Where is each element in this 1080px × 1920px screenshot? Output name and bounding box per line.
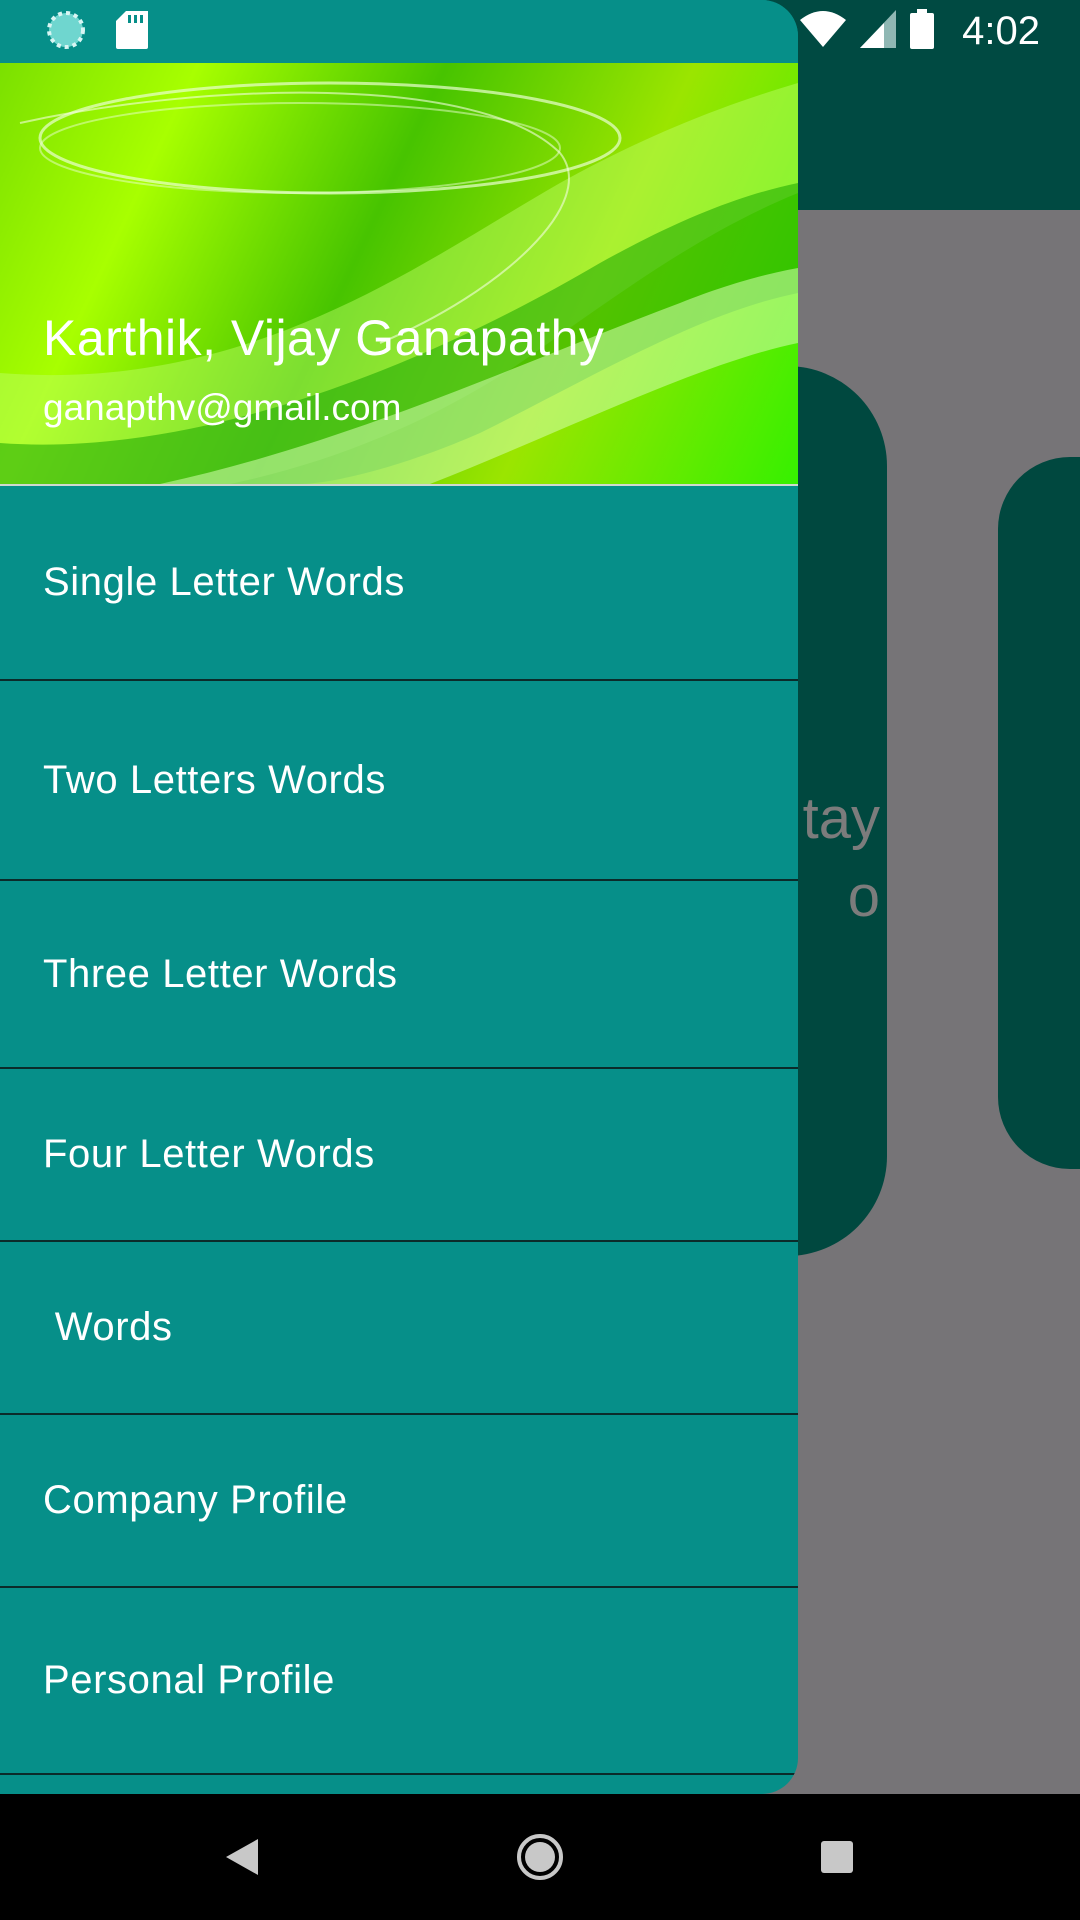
menu-item-words[interactable]: Words <box>0 1242 798 1415</box>
drawer-menu: Single Letter Words Two Letters Words Th… <box>0 486 798 1775</box>
menu-item-label: Words <box>43 1305 173 1349</box>
screen: tay o 4:02 Karthik, Vijay Ganapathy gana… <box>0 0 1080 1920</box>
menu-item-three-letter-words[interactable]: Three Letter Words <box>0 881 798 1069</box>
sd-card-icon <box>116 10 148 54</box>
drawer-header: Karthik, Vijay Ganapathy ganapthv@gmail.… <box>0 63 798 486</box>
system-navigation-bar <box>0 1794 1080 1920</box>
menu-item-two-letters-words[interactable]: Two Letters Words <box>0 681 798 881</box>
battery-icon <box>910 9 935 54</box>
menu-item-label: Personal Profile <box>43 1658 335 1702</box>
menu-item-company-profile[interactable]: Company Profile <box>0 1415 798 1588</box>
menu-item-label: Four Letter Words <box>43 1132 375 1176</box>
menu-item-label: Company Profile <box>43 1478 348 1522</box>
menu-item-label: Three Letter Words <box>43 951 398 996</box>
menu-item-label: Single Letter Words <box>43 560 405 604</box>
background-card-next <box>998 457 1080 1169</box>
menu-item-personal-profile[interactable]: Personal Profile <box>0 1588 798 1775</box>
signal-icon <box>860 10 897 53</box>
wifi-icon <box>800 10 847 53</box>
menu-item-label: Two Letters Words <box>43 757 386 802</box>
user-name: Karthik, Vijay Ganapathy <box>43 310 605 366</box>
menu-item-single-letter-words[interactable]: Single Letter Words <box>0 486 798 681</box>
status-time: 4:02 <box>962 9 1040 53</box>
sync-icon <box>46 10 86 55</box>
home-icon[interactable] <box>510 1827 570 1887</box>
status-bar: 4:02 <box>800 0 1080 63</box>
back-icon[interactable] <box>212 1827 272 1887</box>
recents-icon[interactable] <box>807 1827 867 1887</box>
user-email: ganapthv@gmail.com <box>43 387 402 428</box>
status-bar-left <box>46 10 148 55</box>
menu-item-four-letter-words[interactable]: Four Letter Words <box>0 1069 798 1242</box>
navigation-drawer: Karthik, Vijay Ganapathy ganapthv@gmail.… <box>0 0 798 1794</box>
